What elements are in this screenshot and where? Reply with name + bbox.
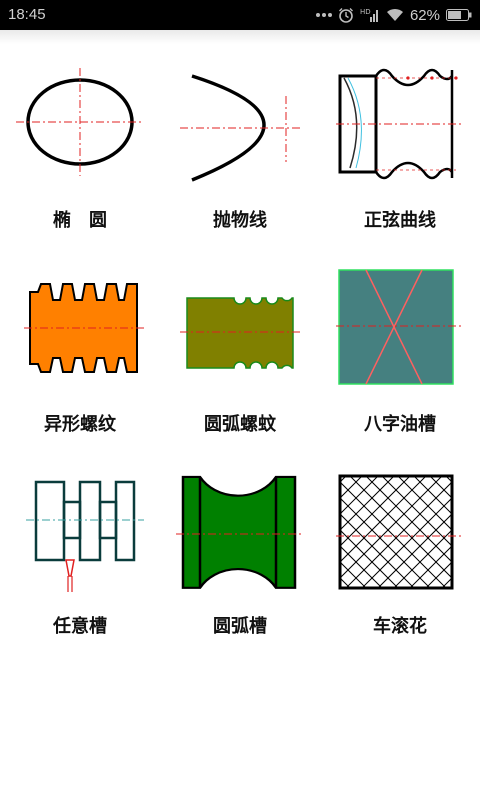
ellipse-icon [16,68,144,176]
grid-item-ellipse[interactable]: 椭 圆 [0,44,160,244]
grid-item-parabola[interactable]: 抛物线 [160,44,320,244]
grid-item-label: 八字油槽 [364,414,436,435]
knurling-icon [336,474,464,590]
status-time: 18:45 [8,6,46,23]
grid-item-arc-groove[interactable]: 圆弧槽 [160,450,320,650]
status-bar: 18:45 HD 62% [0,0,480,30]
grid-item-label: 异形螺纹 [44,414,116,435]
grid-item-knurling[interactable]: 车滚花 [320,450,480,650]
battery-icon [446,9,472,21]
grid-item-label: 抛物线 [213,210,267,231]
grid-item-oil-groove[interactable]: 八字油槽 [320,248,480,448]
irregular-thread-icon [24,283,144,373]
alarm-icon [338,8,353,23]
status-icons: HD 62% [315,4,472,26]
grid-item-arc-thread[interactable]: 圆弧螺蚊 [160,248,320,448]
parabola-icon [180,74,300,182]
grid-item-label: 任意槽 [53,616,107,637]
grid-item-sine-curve[interactable]: 正弦曲线 [320,44,480,244]
sine-curve-icon [336,68,464,180]
hd-signal-icon: HD [360,8,378,22]
wifi-icon [386,8,403,21]
grid-item-irregular-thread[interactable]: 异形螺纹 [0,248,160,448]
grid-item-label: 椭 圆 [53,210,107,231]
svg-text:HD: HD [360,8,371,16]
grid-item-label: 圆弧螺蚊 [204,414,276,435]
grid-item-label: 车滚花 [373,616,427,637]
grid-item-label: 正弦曲线 [364,210,436,231]
toolbar-shadow [0,30,480,44]
grid-item-label: 圆弧槽 [213,616,267,637]
arbitrary-groove-icon [26,480,144,592]
battery-percent: 62% [409,6,440,24]
dots-icon [315,13,332,17]
arc-groove-icon [176,475,304,589]
figure-eight-oil-groove-icon [336,269,464,385]
arc-thread-icon [180,297,300,369]
grid-item-arbitrary-groove[interactable]: 任意槽 [0,450,160,650]
